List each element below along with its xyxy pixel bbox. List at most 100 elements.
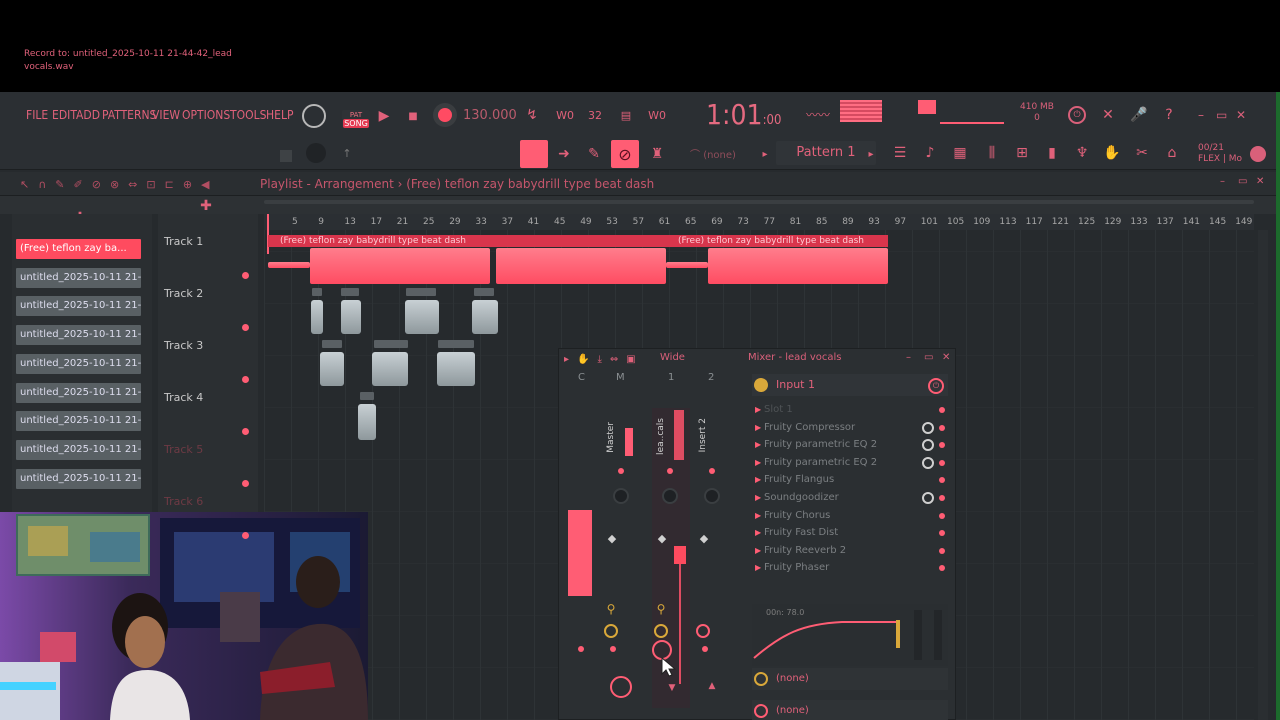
vocal-clip[interactable]	[322, 340, 342, 348]
playlist-maximize-icon[interactable]: ▭	[1238, 176, 1247, 187]
menu-tools[interactable]: TOOLS	[230, 108, 266, 122]
audio-clip-waveform[interactable]	[666, 262, 708, 268]
arrow-right-icon[interactable]: ➜	[556, 146, 572, 162]
paint-icon[interactable]: ✐	[74, 178, 83, 191]
song-mode-toggle[interactable]: PAT SONG	[342, 110, 370, 128]
metronome-dial-icon[interactable]	[302, 104, 326, 128]
record-arm-icon[interactable]	[280, 150, 292, 162]
record-button[interactable]	[433, 103, 457, 127]
pattern-item[interactable]: untitled_2025-10-11 21-...	[16, 382, 141, 403]
master-fx-icon[interactable]: ⚲	[604, 602, 618, 616]
insert-send-dot[interactable]	[702, 646, 708, 652]
playlist-minimize-icon[interactable]: –	[1220, 176, 1225, 187]
route-arrow-icon[interactable]: ▲	[706, 680, 718, 692]
pattern-item[interactable]: untitled_2025-10-11 21-...	[16, 296, 141, 317]
song-position[interactable]: 1:01:00	[706, 98, 781, 131]
eq-band-slider[interactable]	[934, 610, 942, 660]
mixer-layout-mode[interactable]: Wide	[660, 352, 685, 363]
vocal-clip[interactable]	[406, 288, 436, 296]
slot-enable-dot[interactable]	[939, 565, 945, 572]
speaker-icon[interactable]: ◀	[201, 178, 209, 191]
current-send-dot[interactable]	[578, 646, 584, 652]
playhead[interactable]	[267, 214, 269, 254]
plugin-icon[interactable]: ♆	[1072, 144, 1092, 162]
track-mute-dot[interactable]	[242, 272, 249, 279]
menu-arrow-icon[interactable]: ↖	[20, 178, 29, 191]
vocal-clip[interactable]	[374, 340, 408, 348]
insert-phase-icon[interactable]	[696, 624, 710, 638]
effect-slot[interactable]: ▶ Fruity Chorus	[752, 508, 948, 524]
playlist-tools[interactable]: ↖ ∩ ✎ ✐ ⊘ ⊗ ⇔ ⊡ ⊏ ⊕ ◀	[20, 176, 240, 192]
menu-add[interactable]: ADD	[76, 108, 100, 122]
mixer-tools[interactable]: ▸ ✋ ⤓ ⇔ ▣	[564, 352, 654, 366]
vocal-clip[interactable]	[341, 288, 359, 296]
slot-enable-dot[interactable]	[939, 407, 945, 413]
select-icon[interactable]: ⊏	[165, 178, 174, 191]
mixer-export-icon[interactable]: ⤓	[597, 354, 601, 365]
horizontal-scrollbar[interactable]	[264, 200, 1254, 204]
track-mute-dot[interactable]	[242, 324, 249, 331]
channel-pan-knob[interactable]	[662, 488, 678, 504]
mixer-hand-icon[interactable]: ✋	[577, 354, 589, 365]
track-name[interactable]: Track 2	[164, 287, 203, 300]
send-level-knob[interactable]	[610, 676, 632, 698]
slot-enable-dot[interactable]	[939, 495, 945, 501]
mixer-maximize-icon[interactable]: ▭	[924, 352, 933, 363]
plugin-picker-icon[interactable]: ▮	[1042, 144, 1062, 162]
stop-icon[interactable]: ■	[405, 107, 421, 125]
menu-edit[interactable]: EDIT	[52, 108, 77, 122]
channel-route-dot[interactable]	[667, 468, 673, 474]
piano-roll-icon[interactable]: ♪	[920, 144, 940, 162]
slot-enable-dot[interactable]	[939, 530, 945, 537]
track-name[interactable]: Track 6	[164, 495, 203, 508]
audio-clip-waveform[interactable]	[708, 248, 888, 284]
effect-slot[interactable]: ▶ Fruity Reeverb 2	[752, 543, 948, 559]
audio-clip-waveform[interactable]	[496, 248, 666, 284]
minimize-icon[interactable]: –	[1198, 108, 1204, 122]
channel-phase-icon[interactable]	[654, 624, 668, 638]
effect-slot[interactable]: ▶ Fruity parametric EQ 2	[752, 455, 948, 471]
vocal-clip[interactable]	[474, 288, 494, 296]
track-mute-dot[interactable]	[242, 428, 249, 435]
mixer-close-icon[interactable]: ✕	[942, 352, 950, 363]
play-icon[interactable]: ▶	[376, 107, 392, 125]
slot-enable-dot[interactable]	[939, 459, 945, 466]
pattern-item[interactable]: untitled_2025-10-11 21-...	[16, 439, 141, 460]
clip-header[interactable]: (Free) teflon zay babydrill type beat da…	[268, 235, 666, 247]
prev-pattern-icon[interactable]: ▸	[760, 146, 770, 162]
master-phase-icon[interactable]	[604, 624, 618, 638]
microphone-icon[interactable]: 🎤	[1130, 106, 1147, 124]
delete-icon[interactable]: ⊘	[92, 178, 101, 191]
channel-rack-icon[interactable]: ▦	[950, 144, 970, 162]
panic-icon[interactable]: ✕	[1100, 106, 1116, 124]
touch-keyboard-icon[interactable]: ✋	[1102, 144, 1122, 162]
track-mute-dot[interactable]	[242, 532, 249, 539]
clip-header[interactable]: (Free) teflon zay babydrill type beat da…	[666, 235, 888, 247]
power-icon[interactable]: ⏻	[1068, 106, 1086, 124]
channel-stereo-icon[interactable]: ◆	[654, 530, 670, 546]
playlist-close-icon[interactable]: ✕	[1256, 176, 1264, 187]
master-route-dot[interactable]	[618, 468, 624, 474]
countdown-icon[interactable]: W0	[552, 106, 578, 124]
help-icon[interactable]: ?	[1161, 106, 1177, 124]
mute-icon[interactable]: ⊗	[110, 178, 119, 191]
pattern-selector[interactable]: Pattern 1	[776, 141, 876, 165]
close-icon[interactable]: ✕	[1236, 108, 1246, 122]
volume-fader[interactable]	[674, 546, 686, 564]
shop-icon[interactable]: ⌂	[1162, 144, 1182, 162]
slot-enable-dot[interactable]	[939, 512, 945, 519]
pattern-item[interactable]: untitled_2025-10-11 21-...	[16, 468, 141, 489]
slot-enable-dot[interactable]	[939, 442, 945, 449]
stamp-icon[interactable]: ♜	[648, 146, 666, 162]
track-mute-dot[interactable]	[242, 480, 249, 487]
effect-slot[interactable]: ▶ Fruity Phaser	[752, 560, 948, 576]
menu-help[interactable]: HELP	[266, 108, 293, 122]
slot-enable-dot[interactable]	[939, 547, 945, 554]
effect-slot[interactable]: ▶ Slot 1	[752, 402, 948, 418]
slip-icon[interactable]: ⇔	[128, 178, 137, 191]
mixer-minimize-icon[interactable]: –	[906, 352, 911, 363]
pattern-item[interactable]: (Free) teflon zay ba...	[16, 239, 141, 259]
mix-knob[interactable]	[922, 439, 934, 452]
effect-slot[interactable]: ▶ Soundgoodizer	[752, 490, 948, 506]
route-down-icon[interactable]: ▼	[666, 682, 678, 694]
